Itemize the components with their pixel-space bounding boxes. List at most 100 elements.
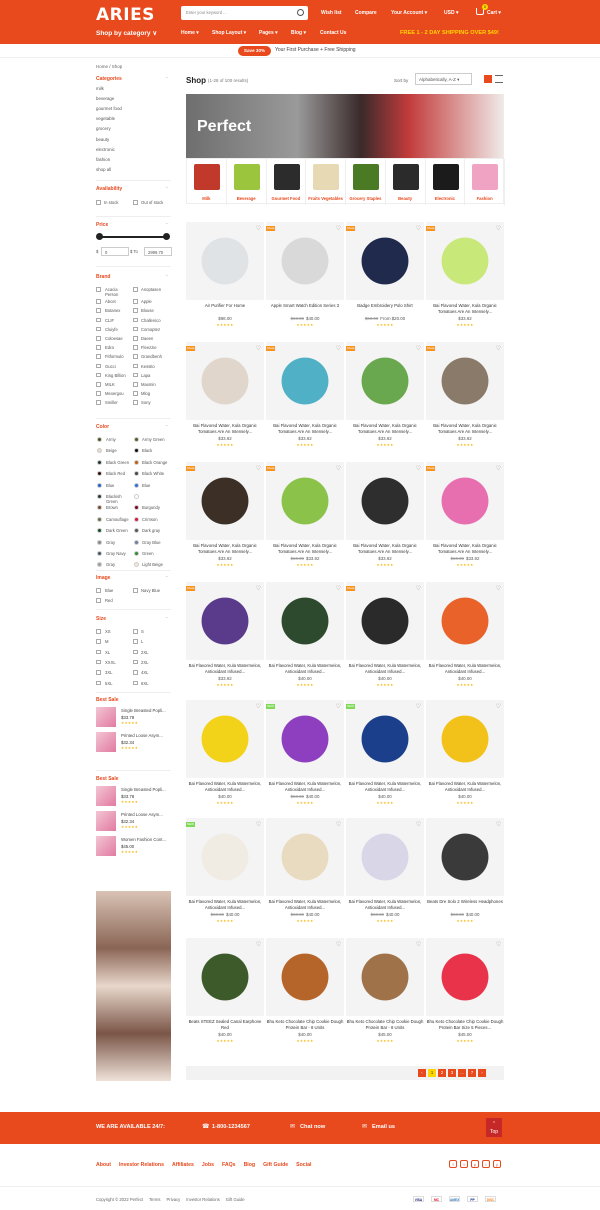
wishlist-link[interactable]: Wish list [321,10,342,16]
product-card[interactable]: ♡ Bhu Keto Chocolate Chip Cookie Dough Pr… [266,938,344,1052]
product-name[interactable]: Bai Flavored Water, Kula Organic Tomatoe… [346,423,424,435]
product-card[interactable]: SALE ♡ Bai Flavored Water, Kula Organic To… [346,342,424,456]
page-link[interactable]: 7 [468,1069,476,1077]
product-card[interactable]: ♡ Beats Dre Solo 2 Wireless Headphones $60… [426,818,504,932]
footer-link[interactable]: Affiliates [172,1162,194,1168]
brand-checkbox[interactable] [133,391,138,396]
sort-select[interactable]: Alphabetically, A-Z ▾ [415,73,472,85]
footer-link[interactable]: Jobs [202,1162,214,1168]
product-card[interactable]: SALE ♡ Bai Flavored Water, Kula Organic To… [426,222,504,336]
footer-link[interactable]: Blog [244,1162,256,1168]
product-card[interactable]: SALE ♡ Apple Smart Watch Edition Series 3 $… [266,222,344,336]
category-tile-image[interactable] [472,164,499,190]
email-link[interactable]: Email us [372,1124,395,1130]
product-name[interactable]: Bai Flavored Water, Kula Watermelon, Ant… [266,663,344,675]
brand-checkbox[interactable] [133,326,138,332]
best-sale-thumbnail[interactable] [96,836,116,856]
product-card[interactable]: NEW ♡ Bai Flavored Water, Kula Watermelon,… [346,700,424,814]
color-swatch[interactable] [97,471,102,477]
wishlist-heart-icon[interactable]: ♡ [336,585,341,592]
product-card[interactable]: SALE ♡ Bai Flavored Water, Kula Organic To… [266,462,344,576]
product-card[interactable]: ♡ Bai Flavored Water, Kula Watermelon, An… [186,700,264,814]
image-checkbox[interactable] [96,598,101,603]
color-title[interactable]: Color [96,424,109,430]
size-checkbox[interactable] [96,659,101,665]
category-link[interactable]: milk [96,86,104,91]
wishlist-heart-icon[interactable]: ♡ [256,585,261,592]
product-name[interactable]: Bai Flavored Water, Kula Watermelon, Ant… [346,899,424,911]
color-swatch[interactable] [134,494,139,499]
category-tile-image[interactable] [313,164,340,190]
color-swatch[interactable] [134,482,139,488]
product-card[interactable]: SALE ♡ Bai Flavored Water, Kula Organic To… [186,342,264,456]
footer-link[interactable]: Social [296,1162,311,1168]
category-tile-image[interactable] [392,164,419,190]
product-card[interactable]: SALE ♡ Bai Flavored Water, Kula Organic To… [426,342,504,456]
product-image[interactable] [186,700,264,778]
brand-checkbox[interactable] [96,382,101,387]
site-logo[interactable]: ARIES [96,5,155,25]
image-title[interactable]: Image [96,575,110,581]
image-checkbox[interactable] [133,588,138,593]
category-link[interactable]: shop all [96,167,111,172]
category-tile-image[interactable] [353,164,379,190]
category-tile-label[interactable]: Milk [187,196,226,201]
color-swatch[interactable] [134,505,139,511]
category-tile[interactable]: Fashion [465,159,505,205]
product-image[interactable] [426,700,504,778]
brand-checkbox[interactable] [96,308,101,313]
color-swatch[interactable] [97,459,102,465]
social-icon[interactable]: f [449,1160,457,1168]
availability-checkbox[interactable] [96,200,101,205]
nav-shop-layout[interactable]: Shop Layout ▾ [212,30,246,36]
color-swatch[interactable] [134,437,139,442]
product-card[interactable]: ♡ Beats STEEZ Sealed Canal Earphone Red $4… [186,938,264,1052]
image-toggle-icon[interactable]: ⌃ [165,575,168,580]
categories-toggle-icon[interactable]: ⌃ [165,76,168,81]
brand-checkbox[interactable] [96,354,101,359]
color-swatch[interactable] [97,494,102,499]
wishlist-heart-icon[interactable]: ♡ [336,703,341,710]
color-swatch[interactable] [134,539,139,545]
page-link[interactable]: 3 [448,1069,456,1077]
copyright-link[interactable]: Investor Relations [186,1197,220,1202]
product-name[interactable]: Bai Flavored Water, Kula Organic Tomatoe… [346,543,424,555]
wishlist-heart-icon[interactable]: ♡ [496,585,501,592]
product-name[interactable]: Beats Dre Solo 2 Wireless Headphones [426,899,504,905]
product-card[interactable]: ♡ Bai Flavored Water, Kula Watermelon, An… [426,700,504,814]
wishlist-heart-icon[interactable]: ♡ [416,941,421,948]
category-tile-label[interactable]: Fashion [465,196,504,201]
nav-contact[interactable]: Contact Us [320,30,346,36]
size-checkbox[interactable] [96,670,101,675]
copyright-link[interactable]: Terms [149,1197,160,1202]
size-checkbox[interactable] [133,639,138,644]
price-max-input[interactable]: 2999.70 [144,247,172,256]
best-sale-name[interactable]: Printed Loose Asym... [121,733,163,738]
brand-checkbox[interactable] [96,317,101,323]
wishlist-heart-icon[interactable]: ♡ [416,585,421,592]
product-image[interactable] [186,342,264,420]
product-image[interactable] [266,818,344,896]
wishlist-heart-icon[interactable]: ♡ [336,345,341,352]
wishlist-heart-icon[interactable]: ♡ [336,465,341,472]
product-image[interactable] [186,938,264,1016]
product-image[interactable] [346,222,424,300]
brand-checkbox[interactable] [96,391,101,396]
category-tile[interactable]: Milk [187,159,227,205]
brand-checkbox[interactable] [133,299,138,304]
brand-checkbox[interactable] [96,372,101,378]
product-name[interactable]: Bai Flavored Water, Kula Organic Tomatoe… [186,423,264,435]
size-checkbox[interactable] [133,629,138,634]
category-link[interactable]: vegetable [96,116,115,121]
product-card[interactable]: ♡ Bai Flavored Water, Kula Watermelon, An… [266,582,344,696]
nav-home[interactable]: Home ▾ [181,30,199,36]
best-sale-thumbnail[interactable] [96,786,116,806]
wishlist-heart-icon[interactable]: ♡ [496,941,501,948]
brand-checkbox[interactable] [96,287,101,292]
price-toggle-icon[interactable]: ⌃ [165,222,168,227]
product-name[interactable]: Bai Flavored Water, Kula Watermelon, Ant… [426,781,504,793]
brand-checkbox[interactable] [133,363,138,369]
copyright-link[interactable]: Gift Guide [226,1197,245,1202]
product-card[interactable]: NEW ♡ Bai Flavored Water, Kula Watermelon,… [186,818,264,932]
color-swatch[interactable] [97,482,102,488]
